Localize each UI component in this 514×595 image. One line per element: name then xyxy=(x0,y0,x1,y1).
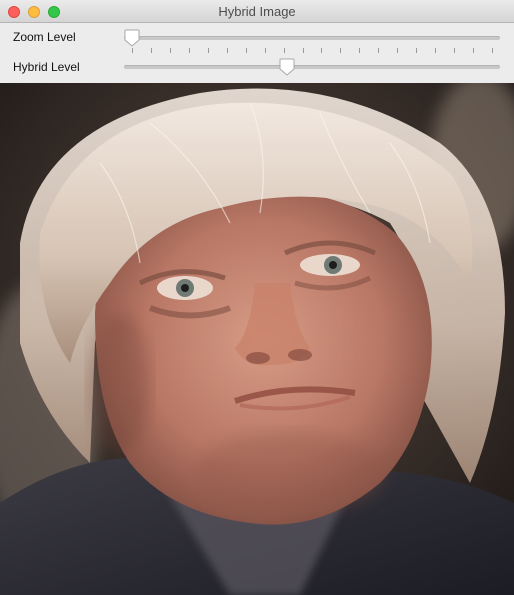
hybrid-level-label: Hybrid Level xyxy=(13,60,80,74)
zoom-slider-tick xyxy=(245,48,247,53)
zoom-slider-tick xyxy=(454,48,456,53)
zoom-slider-tick xyxy=(473,48,475,53)
hybrid-slider-thumb[interactable] xyxy=(279,58,295,76)
zoom-slider-tick xyxy=(378,48,380,53)
zoom-level-label: Zoom Level xyxy=(13,30,76,44)
zoom-slider-ticks xyxy=(124,48,500,53)
zoom-slider-tick xyxy=(340,48,342,53)
zoom-slider-tick xyxy=(207,48,209,53)
zoom-slider-tick xyxy=(226,48,228,53)
hybrid-portrait-photo xyxy=(0,83,514,595)
controls-panel: Zoom Level Hybrid Level xyxy=(0,23,514,83)
hybrid-slider-track xyxy=(124,65,500,69)
zoom-slider-tick xyxy=(359,48,361,53)
zoom-slider-thumb[interactable] xyxy=(124,29,140,47)
zoom-slider-tick xyxy=(169,48,171,53)
window-title: Hybrid Image xyxy=(218,4,296,19)
zoom-slider-tick xyxy=(150,48,152,53)
zoom-slider-tick xyxy=(492,48,493,53)
zoom-slider-tick xyxy=(188,48,190,53)
zoom-slider-tick xyxy=(283,48,285,53)
zoom-slider-tick xyxy=(416,48,418,53)
hybrid-level-slider[interactable] xyxy=(124,57,500,77)
zoom-slider-track xyxy=(124,36,500,40)
hybrid-image-view xyxy=(0,83,514,595)
zoom-slider-tick xyxy=(264,48,266,53)
app-window: Hybrid Image Zoom Level Hybrid Level xyxy=(0,0,514,595)
title-bar[interactable]: Hybrid Image xyxy=(0,0,514,23)
zoom-level-slider[interactable] xyxy=(124,28,500,53)
zoom-slider-tick xyxy=(397,48,399,53)
zoom-slider-tick xyxy=(132,48,133,53)
zoom-slider-tick xyxy=(302,48,304,53)
zoom-slider-tick xyxy=(321,48,323,53)
zoom-slider-tick xyxy=(435,48,437,53)
